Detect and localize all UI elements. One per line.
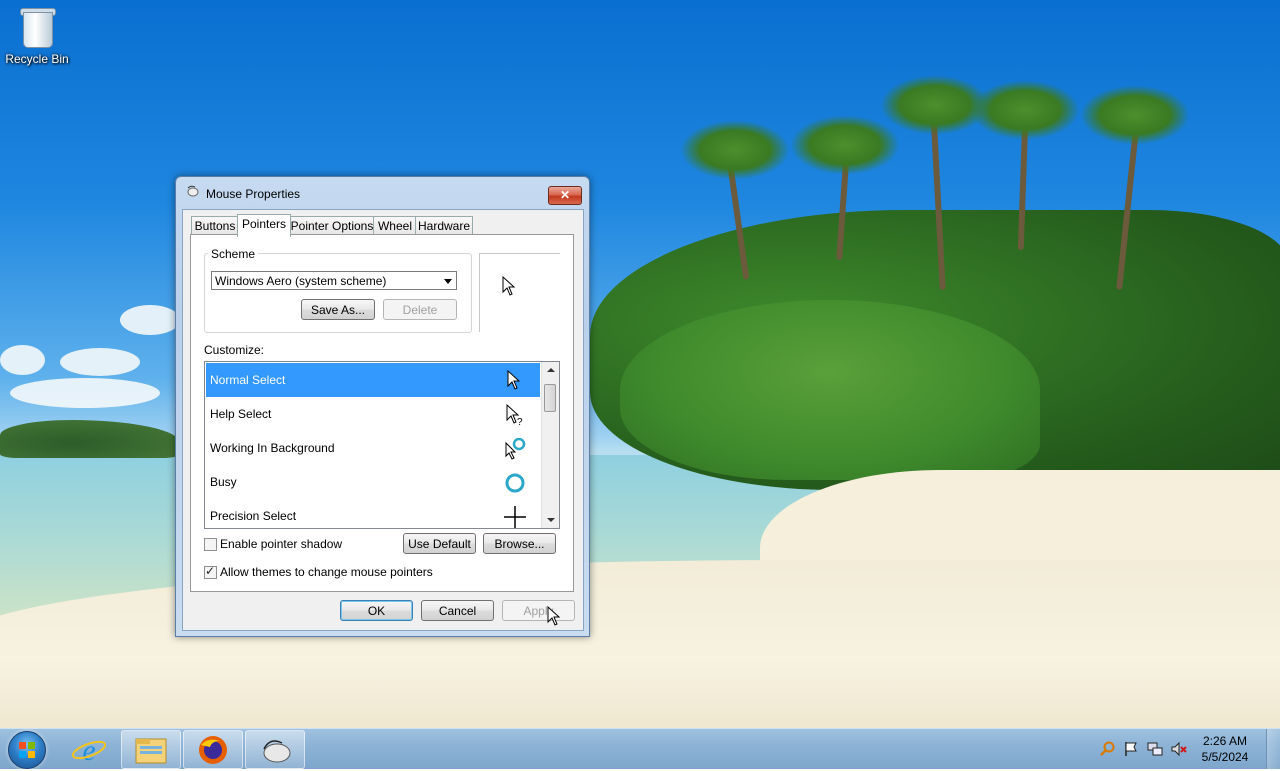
scheme-group-label: Scheme (208, 247, 259, 261)
list-scrollbar[interactable] (541, 362, 559, 528)
delete-label: Delete (402, 303, 438, 317)
tab-wheel[interactable]: Wheel (373, 216, 417, 236)
ok-button[interactable]: OK (340, 600, 413, 621)
folder-icon (135, 738, 167, 764)
mouse-pointer-icon (547, 606, 561, 626)
desktop-icon-label: Recycle Bin (5, 52, 69, 66)
enable-shadow-checkbox[interactable] (204, 538, 217, 551)
scheme-dropdown[interactable]: Windows Aero (system scheme) (211, 271, 457, 290)
arrow-cursor-icon (502, 276, 516, 296)
browse-button[interactable]: Browse... (483, 533, 556, 554)
palm-frond (680, 120, 790, 180)
cancel-button[interactable]: Cancel (421, 600, 494, 621)
tab-label: Hardware (417, 219, 471, 233)
tab-label: Wheel (377, 219, 412, 233)
customize-label: Customize: (204, 343, 265, 357)
internet-explorer-icon: e (71, 734, 107, 767)
svg-text:e: e (82, 734, 95, 767)
busy-cursor-icon (505, 473, 525, 493)
tab-hardware[interactable]: Hardware (415, 216, 473, 236)
taskbar-mouse-properties[interactable] (245, 730, 305, 769)
allow-themes-checkbox[interactable] (204, 564, 217, 579)
palm-frond (790, 115, 900, 175)
distant-island (0, 420, 180, 458)
use-default-button[interactable]: Use Default (403, 533, 476, 554)
tab-pointer-options[interactable]: Pointer Options (289, 216, 375, 236)
taskbar-internet-explorer[interactable]: e (60, 730, 118, 767)
crosshair-cursor-icon (504, 506, 526, 528)
taskbar: e 2:26 AM 5/5/2024 (0, 728, 1280, 769)
save-as-label: Save As... (310, 303, 366, 317)
list-item-precision-select[interactable]: Precision Select (206, 499, 540, 528)
browse-label: Browse... (494, 537, 545, 551)
list-item-label: Busy (210, 475, 237, 489)
tab-label: Buttons (194, 219, 236, 233)
search-icon[interactable] (1099, 741, 1115, 757)
jungle-foreground (620, 300, 1040, 480)
desktop-icon-recycle-bin[interactable]: Recycle Bin (4, 6, 70, 66)
tab-label: Pointers (241, 217, 287, 231)
cancel-label: Cancel (438, 604, 477, 618)
apply-button[interactable]: Apply (502, 600, 575, 621)
scroll-up-icon[interactable] (547, 368, 555, 372)
scheme-group (204, 253, 472, 333)
list-item-busy[interactable]: Busy (206, 465, 540, 499)
close-icon: ✕ (559, 188, 571, 202)
clock[interactable]: 2:26 AM 5/5/2024 (1195, 733, 1255, 765)
windows-logo-icon (19, 742, 35, 758)
help-cursor-icon: ? (506, 404, 523, 426)
recycle-bin-icon (20, 6, 56, 48)
taskbar-file-explorer[interactable] (121, 730, 181, 769)
use-default-label: Use Default (408, 537, 471, 551)
mouse-properties-window: Mouse Properties ✕ Buttons Pointers Poin… (175, 176, 590, 637)
cloud (120, 305, 180, 335)
cloud (10, 378, 160, 408)
taskbar-firefox[interactable] (183, 730, 243, 769)
tab-buttons[interactable]: Buttons (191, 216, 239, 236)
clock-time: 2:26 AM (1202, 734, 1248, 748)
arrow-cursor-icon (507, 370, 521, 390)
list-item-help-select[interactable]: Help Select ? (206, 397, 540, 431)
tab-pointers[interactable]: Pointers (237, 214, 291, 237)
list-item-label: Normal Select (210, 373, 286, 387)
network-icon[interactable] (1147, 741, 1163, 757)
cloud (60, 348, 140, 376)
title-bar[interactable]: Mouse Properties ✕ (176, 177, 589, 207)
list-item-label: Help Select (210, 407, 272, 421)
list-item-normal-select[interactable]: Normal Select (206, 363, 540, 397)
pointer-list[interactable]: Normal Select Help Select ? Working In B… (204, 361, 560, 529)
list-item-label: Working In Background (210, 441, 335, 455)
scroll-down-icon[interactable] (547, 518, 555, 522)
ok-label: OK (367, 604, 386, 618)
firefox-icon (199, 736, 227, 764)
action-center-flag-icon[interactable] (1123, 741, 1139, 757)
scrollbar-thumb[interactable] (544, 384, 556, 412)
pointers-panel: Scheme Windows Aero (system scheme) Save… (190, 234, 574, 592)
save-as-button[interactable]: Save As... (301, 299, 375, 320)
allow-themes-label: Allow themes to change mouse pointers (220, 565, 433, 579)
clock-date: 5/5/2024 (1201, 750, 1249, 764)
window-title: Mouse Properties (206, 187, 301, 201)
enable-shadow-label: Enable pointer shadow (220, 537, 343, 551)
cloud (0, 345, 45, 375)
list-item-working-in-background[interactable]: Working In Background (206, 431, 540, 465)
svg-text:?: ? (517, 417, 523, 426)
palm-frond (1080, 85, 1190, 145)
pointer-preview (479, 253, 560, 332)
mouse-icon (187, 185, 199, 197)
scheme-selected: Windows Aero (system scheme) (215, 274, 387, 288)
dialog-body: Buttons Pointers Pointer Options Wheel H… (182, 209, 584, 631)
show-desktop-button[interactable] (1266, 729, 1280, 769)
chevron-down-icon (444, 279, 452, 284)
palm-frond (970, 80, 1080, 140)
delete-button[interactable]: Delete (383, 299, 457, 320)
working-cursor-icon (505, 438, 526, 460)
mouse-icon (263, 740, 291, 763)
start-button[interactable] (8, 731, 46, 769)
tab-label: Pointer Options (290, 219, 374, 233)
volume-muted-icon[interactable] (1171, 741, 1187, 757)
close-button[interactable]: ✕ (548, 186, 582, 205)
list-item-label: Precision Select (210, 509, 297, 523)
